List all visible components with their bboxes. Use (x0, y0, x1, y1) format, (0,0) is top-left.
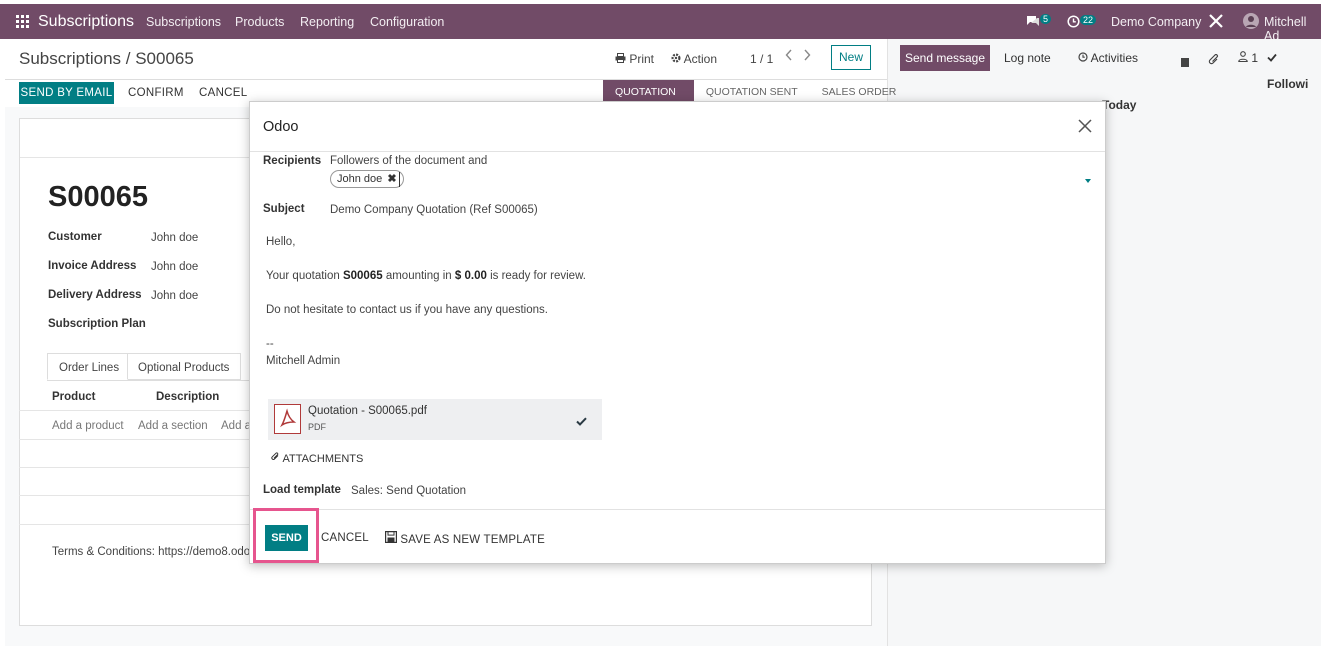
subject-label: Subject (263, 203, 305, 215)
body-line-1: Your quotation S00065 amounting in $ 0.0… (266, 270, 586, 282)
recipients-label: Recipients (263, 155, 322, 167)
body-line-2: Do not hesitate to contact us if you hav… (266, 304, 548, 316)
signature-separator: -- (266, 338, 274, 350)
body-text: amounting in (385, 270, 452, 282)
body-amount: $ 0.00 (454, 270, 487, 282)
cancel-button[interactable]: CANCEL (321, 532, 369, 544)
pdf-icon (274, 404, 301, 434)
body-greeting: Hello, (266, 236, 296, 248)
body-quote-ref: S00065 (342, 270, 383, 282)
dialog-footer (250, 509, 1105, 510)
body-text: is ready for review. (490, 270, 586, 282)
load-template-label: Load template (263, 484, 341, 496)
check-icon (576, 414, 587, 429)
compose-email-dialog: Odoo Recipients Followers of the documen… (249, 101, 1106, 564)
recipient-tag-label: John doe (337, 173, 383, 185)
recipients-dropdown-icon[interactable] (1085, 179, 1091, 183)
attachment-name: Quotation - S00065.pdf (308, 405, 427, 417)
save-as-template-label: SAVE AS NEW TEMPLATE (400, 534, 546, 546)
recipients-input[interactable] (399, 172, 400, 187)
recipients-text: Followers of the document and (330, 155, 488, 167)
remove-tag-icon[interactable]: ✖ (387, 173, 396, 185)
attachments-label: ATTACHMENTS (282, 453, 364, 465)
body-text: Your quotation (266, 270, 340, 282)
load-template-select[interactable]: Sales: Send Quotation (351, 485, 466, 497)
paperclip-icon (271, 452, 279, 460)
attachment-card[interactable]: Quotation - S00065.pdf PDF (268, 399, 602, 440)
save-icon (385, 531, 398, 544)
subject-input[interactable]: Demo Company Quotation (Ref S00065) (330, 204, 538, 216)
save-as-template-button[interactable]: SAVE AS NEW TEMPLATE (385, 531, 545, 546)
attachments-button[interactable]: ATTACHMENTS (271, 452, 363, 465)
send-highlight-box (253, 508, 319, 563)
recipient-tag[interactable]: John doe ✖ (330, 170, 404, 188)
dialog-header: Odoo (250, 102, 1105, 152)
close-icon[interactable] (1076, 117, 1094, 135)
attachment-type: PDF (308, 422, 326, 432)
dialog-title: Odoo (263, 119, 299, 135)
email-body-editor[interactable]: Hello, Your quotation S00065 amounting i… (266, 232, 1086, 372)
signature-name: Mitchell Admin (266, 355, 341, 367)
